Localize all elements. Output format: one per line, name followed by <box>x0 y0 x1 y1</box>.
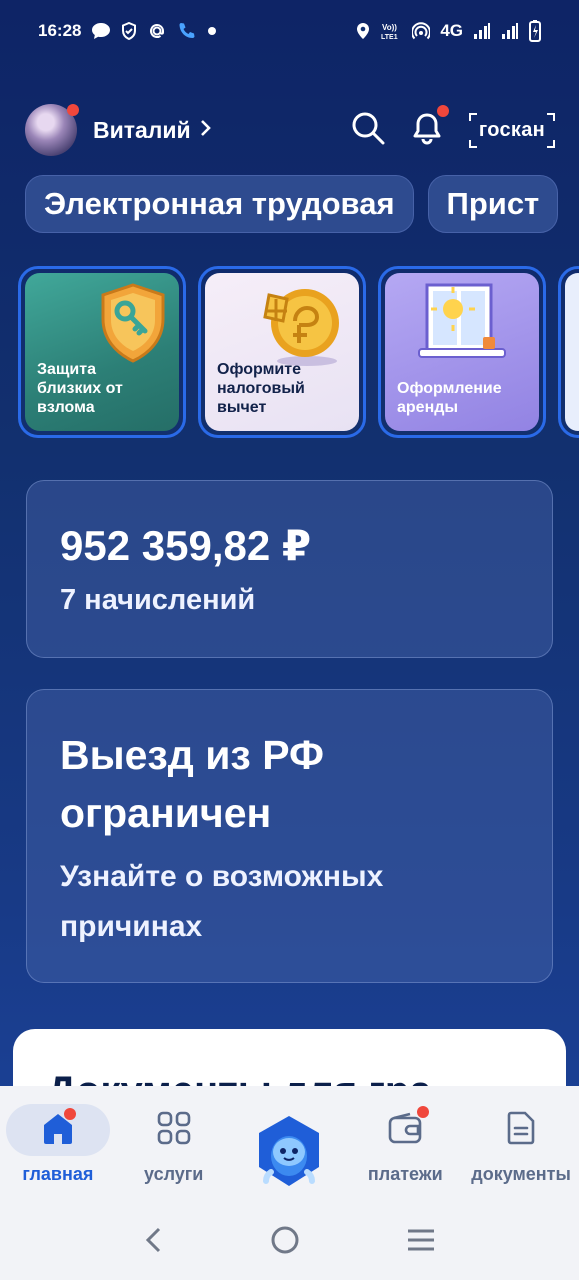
notification-dot <box>417 1106 430 1118</box>
grid-icon <box>157 1111 191 1150</box>
signal-icon <box>473 22 491 40</box>
back-icon[interactable] <box>143 1226 165 1259</box>
robot-icon <box>254 1114 324 1188</box>
nav-label: документы <box>471 1164 571 1184</box>
exit-restriction-subtitle: Узнайте о возможных причинах <box>60 860 384 943</box>
coins-icon <box>249 281 345 372</box>
notification-dot <box>63 1108 76 1120</box>
home-circle-icon[interactable] <box>270 1225 300 1260</box>
svg-text:LTE1: LTE1 <box>381 34 398 41</box>
at-icon <box>147 21 167 41</box>
shield-icon <box>121 22 137 40</box>
notification-dot <box>436 104 449 117</box>
goskan-button[interactable]: госкан <box>468 112 555 148</box>
status-time: 16:28 <box>38 21 82 40</box>
shield-key-icon <box>97 281 169 370</box>
nav-assistant[interactable] <box>234 1104 344 1188</box>
story-card[interactable]: Защита близких от взлома <box>18 266 186 438</box>
chip-bailiffs[interactable]: Прист <box>427 175 559 233</box>
story-text: Оформите налоговый вычет <box>217 361 305 416</box>
story-text: Оформление аренды <box>397 380 502 416</box>
nav-home[interactable]: главная <box>3 1104 113 1185</box>
battery-icon <box>529 20 541 42</box>
dot-icon <box>207 26 217 36</box>
nav-label: услуги <box>144 1164 204 1184</box>
user-name[interactable]: Виталий <box>93 117 191 144</box>
goskan-label: госкан <box>478 118 545 141</box>
chip-label: Прист <box>446 186 540 221</box>
story-card[interactable] <box>558 266 579 438</box>
nav-documents[interactable]: документы <box>466 1104 576 1185</box>
avatar[interactable] <box>25 104 79 156</box>
nav-label: платежи <box>367 1164 443 1184</box>
document-icon <box>507 1111 535 1150</box>
signal-icon <box>501 22 519 40</box>
story-card[interactable]: Оформление аренды <box>378 266 546 438</box>
stories-row: Защита близких от взлома Оформите налого… <box>18 266 579 438</box>
nav-services[interactable]: услуги <box>119 1104 229 1185</box>
exit-restriction-card[interactable]: Выезд из РФ ограничен Узнайте о возможны… <box>26 689 553 983</box>
volte-icon: Vo)) LTE1 <box>380 21 402 41</box>
header: Виталий госкан <box>25 100 555 160</box>
location-icon <box>356 22 370 40</box>
story-text: Защита близких от взлома <box>37 361 123 416</box>
hotspot-icon <box>412 22 431 40</box>
chevron-right-icon[interactable] <box>199 119 211 142</box>
notification-dot <box>67 104 79 116</box>
menu-icon[interactable] <box>406 1228 436 1257</box>
network-type: 4G <box>440 21 463 40</box>
chip-label: Электронная трудовая <box>44 186 395 221</box>
bell-icon[interactable] <box>411 104 449 150</box>
accruals-count: 7 начислений <box>60 584 256 616</box>
system-navigation-bar <box>0 1204 579 1280</box>
story-card[interactable]: Оформите налоговый вычет <box>198 266 366 438</box>
chip-electronic-employment-record[interactable]: Электронная трудовая <box>25 175 414 233</box>
exit-restriction-title: Выезд из РФ ограничен <box>60 732 324 836</box>
chips-row: Электронная трудовая Прист <box>25 175 559 233</box>
svg-text:Vo)): Vo)) <box>382 23 397 32</box>
search-icon[interactable] <box>351 111 385 150</box>
nav-payments[interactable]: платежи <box>350 1104 460 1185</box>
accruals-card[interactable]: 952 359,82 ₽ 7 начислений <box>26 480 553 658</box>
chat-icon <box>91 22 111 40</box>
window-icon <box>417 281 509 372</box>
wallet-icon <box>388 1112 422 1149</box>
bottom-nav: главная услуги платежи документы <box>0 1086 579 1204</box>
phone-icon <box>177 21 197 41</box>
nav-label: главная <box>22 1164 94 1184</box>
status-bar: 16:28 Vo)) LTE1 4G <box>0 0 579 62</box>
accruals-amount: 952 359,82 ₽ <box>60 522 312 569</box>
